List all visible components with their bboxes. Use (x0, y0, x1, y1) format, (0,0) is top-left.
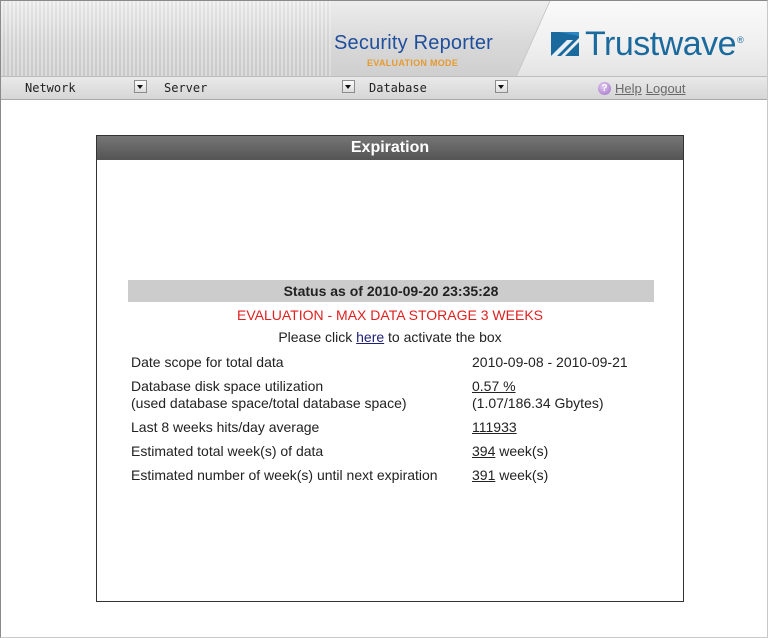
row-label-date-scope: Date scope for total data (131, 354, 284, 370)
trustwave-logo-icon (551, 32, 579, 56)
expiration-panel: Expiration Status as of 2010-09-20 23:35… (96, 135, 684, 602)
evaluation-mode-label: EVALUATION MODE (367, 58, 459, 68)
menu-network[interactable]: Network (25, 80, 76, 96)
row-subvalue-disk-utilization: (1.07/186.34 Gbytes) (472, 395, 604, 411)
activate-line: Please click here to activate the box (97, 329, 683, 345)
product-name: Security Reporter (334, 32, 494, 54)
disk-utilization-link[interactable]: 0.57 % (472, 378, 516, 394)
total-weeks-unit: week(s) (495, 443, 549, 459)
help-link[interactable]: Help (615, 81, 642, 96)
row-value-hits-average: 111933 (472, 419, 517, 436)
row-sublabel-disk-utilization: (used database space/total database spac… (131, 395, 407, 411)
row-label-disk-utilization: Database disk space utilization (131, 378, 324, 394)
server-dropdown-chevron-icon[interactable] (342, 80, 355, 93)
hits-average-link[interactable]: 111933 (472, 419, 517, 435)
brand-registered-mark: ® (737, 35, 744, 45)
banner-texture (1, 1, 331, 76)
help-logout-area: ? Help Logout (598, 79, 690, 97)
menu-bar: Network Server Database ? Help Logout (1, 76, 767, 100)
row-label-total-weeks: Estimated total week(s) of data (131, 443, 324, 459)
activate-prefix: Please click (278, 329, 357, 345)
activate-here-link[interactable]: here (356, 329, 384, 345)
question-icon[interactable]: ? (598, 81, 611, 95)
logout-link[interactable]: Logout (646, 81, 686, 96)
activate-suffix: to activate the box (384, 329, 502, 345)
brand-name: Trustwave (585, 24, 737, 63)
brand-logo: Trustwave ® (549, 24, 744, 64)
menu-server[interactable]: Server (164, 80, 207, 96)
menu-database[interactable]: Database (369, 80, 427, 96)
evaluation-notice: EVALUATION - MAX DATA STORAGE 3 WEEKS (237, 307, 543, 323)
panel-title: Expiration (97, 136, 683, 160)
row-label-hits-average: Last 8 weeks hits/day average (131, 419, 320, 435)
weeks-until-expiration-link[interactable]: 391 (472, 467, 495, 483)
total-weeks-link[interactable]: 394 (472, 443, 495, 459)
row-value-total-weeks: 394 week(s) (472, 443, 548, 460)
database-dropdown-chevron-icon[interactable] (495, 80, 508, 93)
row-value-disk-utilization: 0.57 % (472, 378, 516, 395)
row-label-weeks-until-expiration: Estimated number of week(s) until next e… (131, 467, 438, 483)
header-banner: Security Reporter EVALUATION MODE Trustw… (1, 1, 767, 76)
network-dropdown-chevron-icon[interactable] (134, 80, 147, 93)
row-value-date-scope: 2010-09-08 - 2010-09-21 (472, 354, 628, 370)
status-header: Status as of 2010-09-20 23:35:28 (128, 280, 654, 302)
weeks-until-expiration-unit: week(s) (495, 467, 549, 483)
row-value-weeks-until-expiration: 391 week(s) (472, 467, 548, 484)
